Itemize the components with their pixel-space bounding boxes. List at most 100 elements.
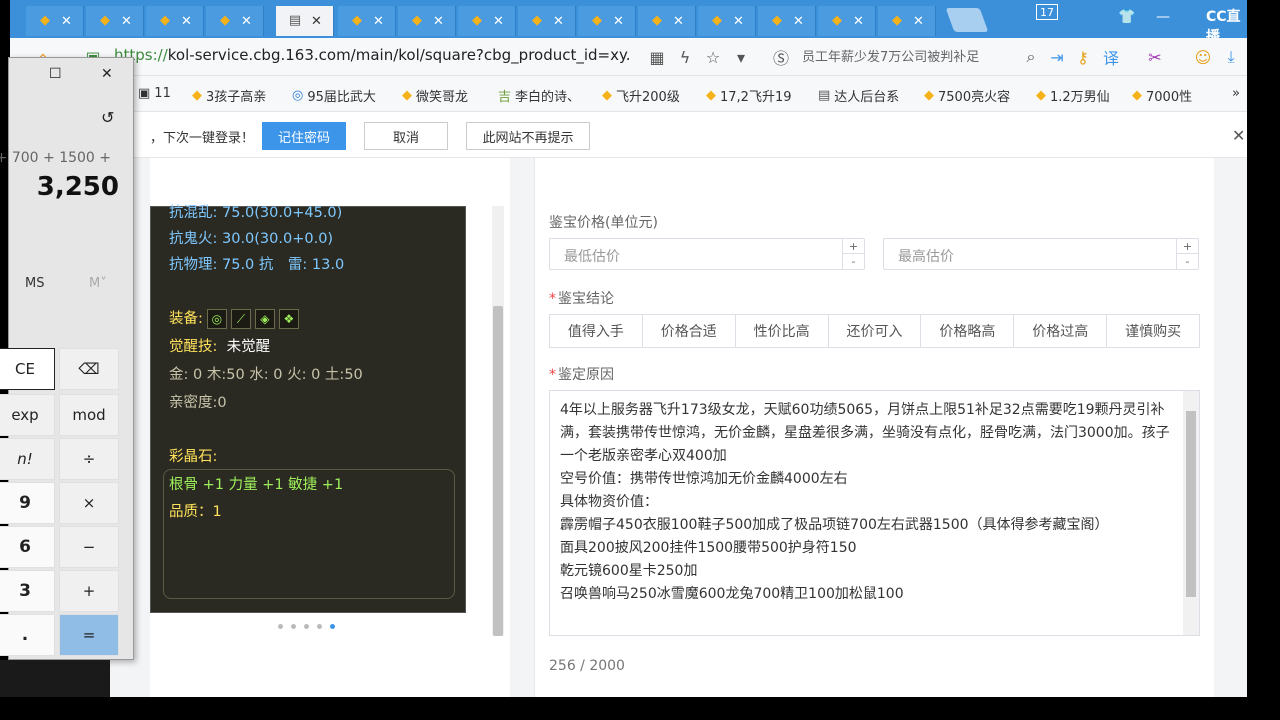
- decrement-icon[interactable]: -: [843, 254, 864, 269]
- option-good-value[interactable]: 性价比高: [735, 315, 829, 347]
- bookmark-item[interactable]: ◆ 3孩子高亲: [192, 86, 266, 105]
- carousel-dot[interactable]: [278, 624, 283, 629]
- close-icon[interactable]: ✕: [181, 14, 192, 29]
- increment-icon[interactable]: +: [843, 239, 864, 254]
- maximize-icon[interactable]: ☐: [49, 66, 62, 82]
- chevron-down-icon[interactable]: ▾: [730, 46, 752, 68]
- bookmark-item[interactable]: ◆ 微笑哥龙: [402, 86, 468, 105]
- more-bookmarks-icon[interactable]: »: [1232, 86, 1240, 101]
- bookmark-item[interactable]: ▣ 11: [138, 86, 171, 101]
- download-icon[interactable]: ⤓: [1220, 46, 1242, 68]
- close-icon[interactable]: ✕: [101, 66, 113, 82]
- tab[interactable]: ◆ ✕: [578, 6, 636, 36]
- login-icon[interactable]: ⇥: [1046, 46, 1068, 68]
- min-price-input[interactable]: 最低估价 + -: [549, 238, 865, 270]
- star-icon[interactable]: ☆: [702, 46, 724, 68]
- close-icon[interactable]: ✕: [493, 14, 504, 29]
- digit-9-button[interactable]: 9: [0, 482, 55, 524]
- tab[interactable]: ◆ ✕: [638, 6, 696, 36]
- url-field[interactable]: https://kol-service.cbg.163.com/main/kol…: [114, 46, 654, 68]
- decimal-button[interactable]: .: [0, 614, 55, 656]
- carousel-dot[interactable]: [317, 624, 322, 629]
- bookmark-item[interactable]: ◆ 7000性: [1132, 86, 1192, 105]
- scrollbar-thumb[interactable]: [1186, 411, 1196, 597]
- ring-icon[interactable]: ◎: [206, 309, 227, 329]
- plus-button[interactable]: +: [59, 570, 119, 612]
- shoes-icon[interactable]: ❖: [278, 309, 299, 329]
- mod-button[interactable]: mod: [59, 394, 119, 436]
- bookmark-item[interactable]: ▤ 达人后台系: [818, 86, 899, 105]
- close-icon[interactable]: ✕: [853, 14, 864, 29]
- close-icon[interactable]: ✕: [433, 14, 444, 29]
- tab[interactable]: ◆ ✕: [698, 6, 756, 36]
- save-password-button[interactable]: 记住密码: [262, 122, 346, 150]
- tab[interactable]: ◆ ✕: [518, 6, 576, 36]
- option-slightly-high[interactable]: 价格略高: [921, 315, 1015, 347]
- armor-icon[interactable]: ◈: [254, 309, 275, 329]
- search-icon[interactable]: ⌕: [1020, 46, 1042, 68]
- close-icon[interactable]: ✕: [793, 14, 804, 29]
- translate-icon[interactable]: 译: [1100, 46, 1122, 68]
- tab[interactable]: ◆ ✕: [338, 6, 396, 36]
- bookmark-item[interactable]: ◆ 飞升200级: [602, 86, 680, 105]
- quantity-stepper[interactable]: + -: [1176, 239, 1198, 269]
- shirt-icon[interactable]: 👕: [1114, 6, 1140, 28]
- close-icon[interactable]: ✕: [241, 14, 252, 29]
- factorial-button[interactable]: n!: [0, 438, 55, 480]
- carousel-dot[interactable]: [304, 624, 309, 629]
- qr-code-icon[interactable]: ▦: [646, 46, 668, 68]
- close-icon[interactable]: ✕: [121, 14, 132, 29]
- close-icon[interactable]: ✕: [613, 14, 624, 29]
- close-icon[interactable]: ✕: [553, 14, 564, 29]
- digit-6-button[interactable]: 6: [0, 526, 55, 568]
- option-cautious[interactable]: 谨慎购买: [1107, 315, 1200, 347]
- reason-textarea[interactable]: 4年以上服务器飞升173级女龙，天赋60功绩5065，月饼点上限51补足32点需…: [549, 390, 1200, 636]
- clear-entry-button[interactable]: CE: [0, 348, 55, 390]
- carousel-dot-active[interactable]: [330, 624, 335, 629]
- minimize-icon[interactable]: —: [1150, 6, 1176, 28]
- bookmark-item[interactable]: ◎ 95届比武大: [292, 86, 376, 105]
- scissors-icon[interactable]: ✂: [1144, 46, 1166, 68]
- close-icon[interactable]: ✕: [913, 14, 924, 29]
- tab-active[interactable]: ▤ ✕: [276, 6, 334, 36]
- bookmark-item[interactable]: 吉李白的诗、: [498, 86, 580, 105]
- divide-button[interactable]: ÷: [59, 438, 119, 480]
- new-tab-button[interactable]: [945, 8, 989, 32]
- memory-store-button[interactable]: MS: [25, 276, 44, 291]
- option-negotiable[interactable]: 还价可入: [828, 315, 922, 347]
- history-icon[interactable]: ↺: [101, 108, 114, 127]
- exp-button[interactable]: exp: [0, 394, 55, 436]
- close-icon[interactable]: ✕: [373, 14, 384, 29]
- max-price-input[interactable]: 最高估价 + -: [883, 238, 1199, 270]
- digit-3-button[interactable]: 3: [0, 570, 55, 612]
- close-icon[interactable]: ✕: [1232, 126, 1245, 145]
- option-worth-buying[interactable]: 值得入手: [550, 315, 643, 347]
- tab[interactable]: ◆ ✕: [758, 6, 816, 36]
- scrollbar-thumb[interactable]: [493, 306, 503, 636]
- carousel-dot[interactable]: [291, 624, 296, 629]
- window-count-badge[interactable]: 17: [1036, 4, 1058, 20]
- scrollbar[interactable]: [1183, 391, 1199, 635]
- close-icon[interactable]: ✕: [61, 14, 72, 29]
- memory-list-button[interactable]: M˅: [89, 276, 107, 291]
- quantity-stepper[interactable]: + -: [842, 239, 864, 269]
- tab[interactable]: ◆ ✕: [818, 6, 876, 36]
- close-icon[interactable]: ✕: [673, 14, 684, 29]
- decrement-icon[interactable]: -: [1177, 254, 1198, 269]
- backspace-button[interactable]: ⌫: [59, 348, 119, 390]
- weapon-icon[interactable]: ⟋: [230, 309, 251, 329]
- tab[interactable]: ◆ ✕: [26, 6, 84, 36]
- tab[interactable]: ◆ ✕: [878, 6, 936, 36]
- option-too-high[interactable]: 价格过高: [1014, 315, 1108, 347]
- lightning-icon[interactable]: ϟ: [674, 46, 696, 68]
- bookmark-item[interactable]: ◆ 1.2万男仙: [1036, 86, 1110, 105]
- minus-button[interactable]: −: [59, 526, 119, 568]
- tab[interactable]: ◆ ✕: [206, 6, 264, 36]
- tab[interactable]: ◆ ✕: [458, 6, 516, 36]
- close-icon[interactable]: ✕: [311, 14, 322, 29]
- tab[interactable]: ◆ ✕: [146, 6, 204, 36]
- key-icon[interactable]: ⚷: [1072, 46, 1094, 68]
- option-fair-price[interactable]: 价格合适: [642, 315, 736, 347]
- bookmark-item[interactable]: ◆ 7500亮火容: [924, 86, 1010, 105]
- cancel-button[interactable]: 取消: [364, 122, 448, 150]
